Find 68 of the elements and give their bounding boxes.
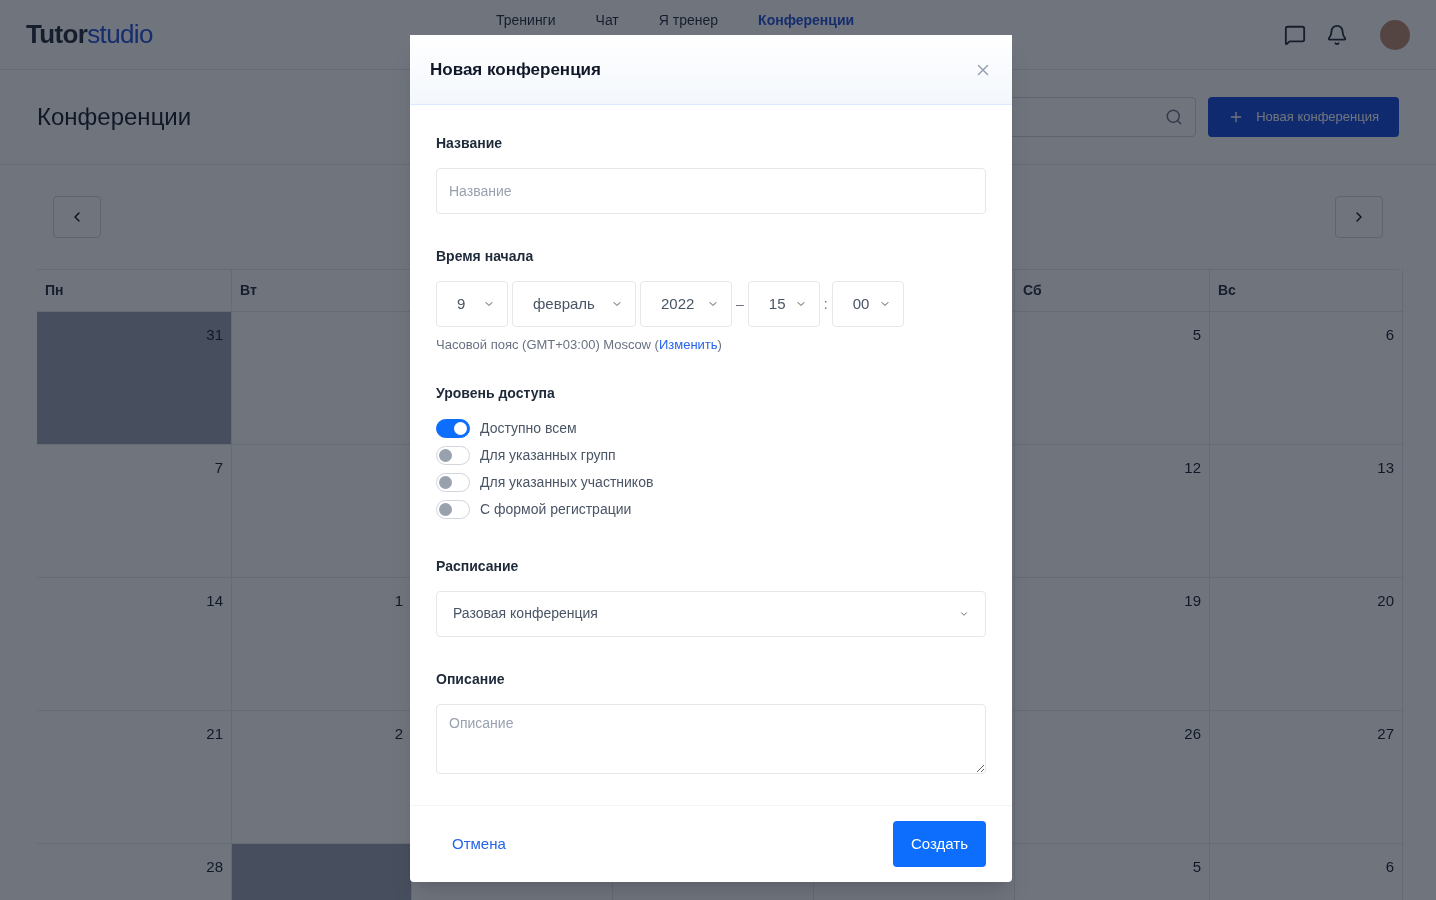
calendar-day[interactable]: 21 [37, 711, 232, 844]
day-number: 14 [206, 591, 223, 611]
calendar-day[interactable]: 12 [1015, 445, 1210, 578]
nav-link[interactable]: Я тренер [658, 10, 719, 31]
day-number: 20 [1377, 591, 1394, 611]
hour-dropdown[interactable]: 15 [747, 281, 820, 327]
message-icon[interactable] [1284, 23, 1306, 46]
weekday-label: Пн [45, 281, 64, 300]
day-number: 5 [1192, 857, 1201, 877]
field-label: Описание [436, 669, 506, 689]
nav-link[interactable]: Конференции [758, 10, 855, 31]
calendar-day[interactable]: 27 [1210, 711, 1403, 844]
year-dropdown[interactable]: 2022 [640, 281, 732, 327]
range-dash: – [736, 294, 744, 314]
day-number: 2 [394, 724, 403, 744]
toggle-switch[interactable] [436, 418, 470, 438]
calendar-day[interactable]: 5 [1015, 312, 1210, 445]
weekday-label: Вт [240, 281, 257, 300]
cancel-button[interactable]: Отмена [436, 832, 522, 856]
description-field[interactable]: Описание [436, 703, 986, 774]
day-number: 27 [1377, 724, 1394, 744]
day-number: 26 [1184, 724, 1201, 744]
day-number: 13 [1377, 458, 1394, 478]
create-button[interactable]: Создать [893, 821, 986, 867]
change-link[interactable]: Изменить [658, 337, 718, 352]
month-dropdown[interactable]: февраль [512, 281, 636, 327]
name-field[interactable]: Название [436, 168, 986, 214]
day-number: 6 [1385, 325, 1394, 345]
notification-icon[interactable] [1326, 23, 1348, 46]
time-colon: : [823, 294, 828, 314]
toggle-label: Для указанных участников [480, 472, 654, 492]
search-icon [1165, 108, 1184, 126]
new-conference-button[interactable]: Новая конференция [1208, 97, 1399, 137]
calendar-day[interactable]: 6 [1210, 312, 1403, 445]
page-title: Конференции [37, 102, 192, 132]
toggle-label: Доступно всем [480, 418, 577, 438]
calendar-day[interactable]: 13 [1210, 445, 1403, 578]
day-number: 28 [206, 857, 223, 877]
schedule-dropdown[interactable]: Разовая конференция [436, 590, 986, 637]
day-number: 1 [394, 591, 403, 611]
day-number: 6 [1385, 857, 1394, 877]
calendar-day[interactable]: 20 [1210, 578, 1403, 711]
previous-button[interactable] [53, 196, 101, 238]
field-label: Время начала [436, 247, 535, 266]
field-label: Название [436, 134, 504, 153]
minute-dropdown[interactable]: 00 [831, 281, 904, 327]
day-number: 12 [1184, 458, 1201, 478]
day-dropdown[interactable]: 9 [436, 281, 508, 327]
nav-link[interactable]: Чат [595, 10, 619, 31]
next-button[interactable] [1335, 196, 1383, 238]
timezone-text: Часовой пояс (GMT+03:00) Moscow (Изменить) [436, 336, 723, 354]
field-label: Расписание [436, 556, 520, 576]
dialog-title: Новая конференция [430, 58, 601, 81]
avatar[interactable] [1380, 19, 1410, 50]
day-number: 5 [1192, 325, 1201, 345]
toggle-label: С формой регистрации [480, 499, 632, 519]
calendar-day[interactable]: 19 [1015, 578, 1210, 711]
day-number: 19 [1184, 591, 1201, 611]
nav-link[interactable]: Тренинги [496, 10, 556, 31]
weekday-label: Вс [1218, 281, 1236, 300]
field-label: Уровень доступа [436, 383, 556, 403]
toggle-label: Для указанных групп [480, 445, 616, 465]
weekday-label: Сб [1023, 281, 1042, 300]
calendar-day[interactable]: 7 [37, 445, 232, 578]
day-number: 21 [206, 724, 223, 744]
day-number: 7 [214, 458, 223, 478]
calendar-day[interactable]: 14 [37, 578, 232, 711]
calendar-day[interactable]: 26 [1015, 711, 1210, 844]
